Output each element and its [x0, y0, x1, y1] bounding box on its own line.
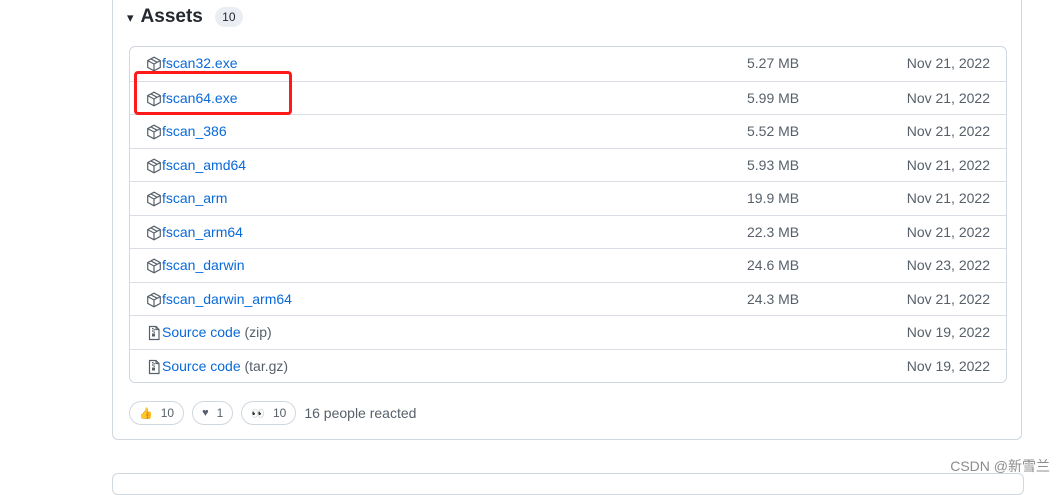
asset-date: Nov 21, 2022	[906, 123, 990, 139]
asset-archive-type: (tar.gz)	[244, 357, 289, 374]
asset-link[interactable]: Source code (zip)	[162, 324, 272, 340]
reaction-count: 10	[160, 406, 175, 420]
assets-header[interactable]: ▾ Assets 10	[127, 4, 243, 30]
asset-name: fscan_386	[162, 123, 227, 139]
asset-link[interactable]: fscan32.exe	[162, 55, 238, 71]
watermark: CSDN @新雪兰	[950, 458, 1050, 474]
reaction-button[interactable]: 👍 10	[129, 401, 185, 425]
asset-link[interactable]: fscan_arm64	[162, 224, 243, 240]
package-icon	[146, 292, 162, 308]
package-icon	[146, 258, 162, 274]
package-icon	[146, 124, 162, 140]
assets-title[interactable]: Assets	[141, 6, 203, 28]
asset-date: Nov 19, 2022	[906, 324, 990, 340]
asset-date: Nov 19, 2022	[906, 357, 990, 374]
asset-row: Source code (zip) Nov 19, 2022	[130, 315, 1006, 349]
asset-row: fscan_arm 19.9 MB Nov 21, 2022	[130, 181, 1006, 215]
heart-icon: ♥	[202, 407, 209, 419]
asset-date: Nov 21, 2022	[906, 190, 990, 206]
asset-name: Source code	[162, 324, 241, 340]
asset-date: Nov 21, 2022	[906, 156, 990, 173]
reaction-button[interactable]: ♥ 1	[192, 401, 234, 425]
asset-name: fscan_darwin	[162, 257, 245, 273]
asset-size: 5.52 MB	[747, 123, 800, 139]
asset-name: fscan_arm64	[162, 223, 243, 240]
assets-count-badge: 10	[214, 7, 243, 27]
file-zip-icon	[146, 325, 162, 341]
asset-link[interactable]: fscan_darwin	[162, 257, 245, 273]
asset-date: Nov 21, 2022	[906, 290, 990, 307]
asset-date: Nov 21, 2022	[906, 55, 990, 71]
thumbs-up-icon: 👍	[139, 407, 153, 420]
asset-link[interactable]: fscan_darwin_arm64	[162, 291, 292, 307]
reactions-bar: 👍 10 ♥ 1 👀 10 16 people reacted	[129, 401, 416, 425]
asset-link[interactable]: fscan_amd64	[162, 157, 246, 173]
asset-name: Source code	[162, 357, 241, 374]
asset-row: fscan_darwin_arm64 24.3 MB Nov 21, 2022	[130, 281, 1006, 316]
asset-size: 24.3 MB	[747, 290, 800, 307]
file-zip-icon	[146, 359, 162, 375]
asset-row: fscan_darwin 24.6 MB Nov 23, 2022	[130, 248, 1006, 282]
next-release-card	[112, 473, 1024, 495]
asset-name: fscan_amd64	[162, 156, 247, 173]
reaction-count: 10	[272, 406, 287, 420]
asset-link[interactable]: Source code (tar.gz)	[162, 358, 288, 374]
asset-row: Source code (tar.gz) Nov 19, 2022	[130, 348, 1006, 383]
asset-link[interactable]: fscan_arm	[162, 190, 227, 206]
highlight-annotation	[134, 71, 292, 115]
caret-down-icon[interactable]: ▾	[127, 11, 134, 24]
asset-name: fscan_arm	[162, 190, 228, 206]
asset-row: fscan_amd64 5.93 MB Nov 21, 2022	[130, 147, 1006, 182]
asset-date: Nov 21, 2022	[906, 89, 990, 106]
package-icon	[146, 158, 162, 174]
package-icon	[146, 191, 162, 207]
package-icon	[146, 225, 162, 241]
asset-size: 19.9 MB	[747, 190, 800, 206]
asset-date: Nov 21, 2022	[906, 223, 990, 240]
asset-size: 24.6 MB	[747, 257, 800, 273]
package-icon	[146, 56, 162, 72]
asset-name: fscan_darwin_arm64	[162, 290, 292, 307]
asset-size: 5.93 MB	[747, 156, 800, 173]
asset-row: fscan_386 5.52 MB Nov 21, 2022	[130, 114, 1006, 148]
asset-size: 5.27 MB	[747, 55, 800, 71]
eyes-icon: 👀	[251, 407, 265, 420]
asset-link[interactable]: fscan_386	[162, 123, 227, 139]
reaction-button[interactable]: 👀 10	[241, 401, 297, 425]
asset-row: fscan_arm64 22.3 MB Nov 21, 2022	[130, 214, 1006, 249]
asset-size: 22.3 MB	[747, 223, 800, 240]
reactions-summary[interactable]: 16 people reacted	[304, 405, 416, 421]
asset-date: Nov 23, 2022	[906, 257, 990, 273]
reaction-count: 1	[216, 406, 224, 420]
asset-size: 5.99 MB	[747, 89, 800, 106]
asset-archive-type: (zip)	[244, 324, 272, 340]
asset-name: fscan32.exe	[162, 55, 238, 71]
